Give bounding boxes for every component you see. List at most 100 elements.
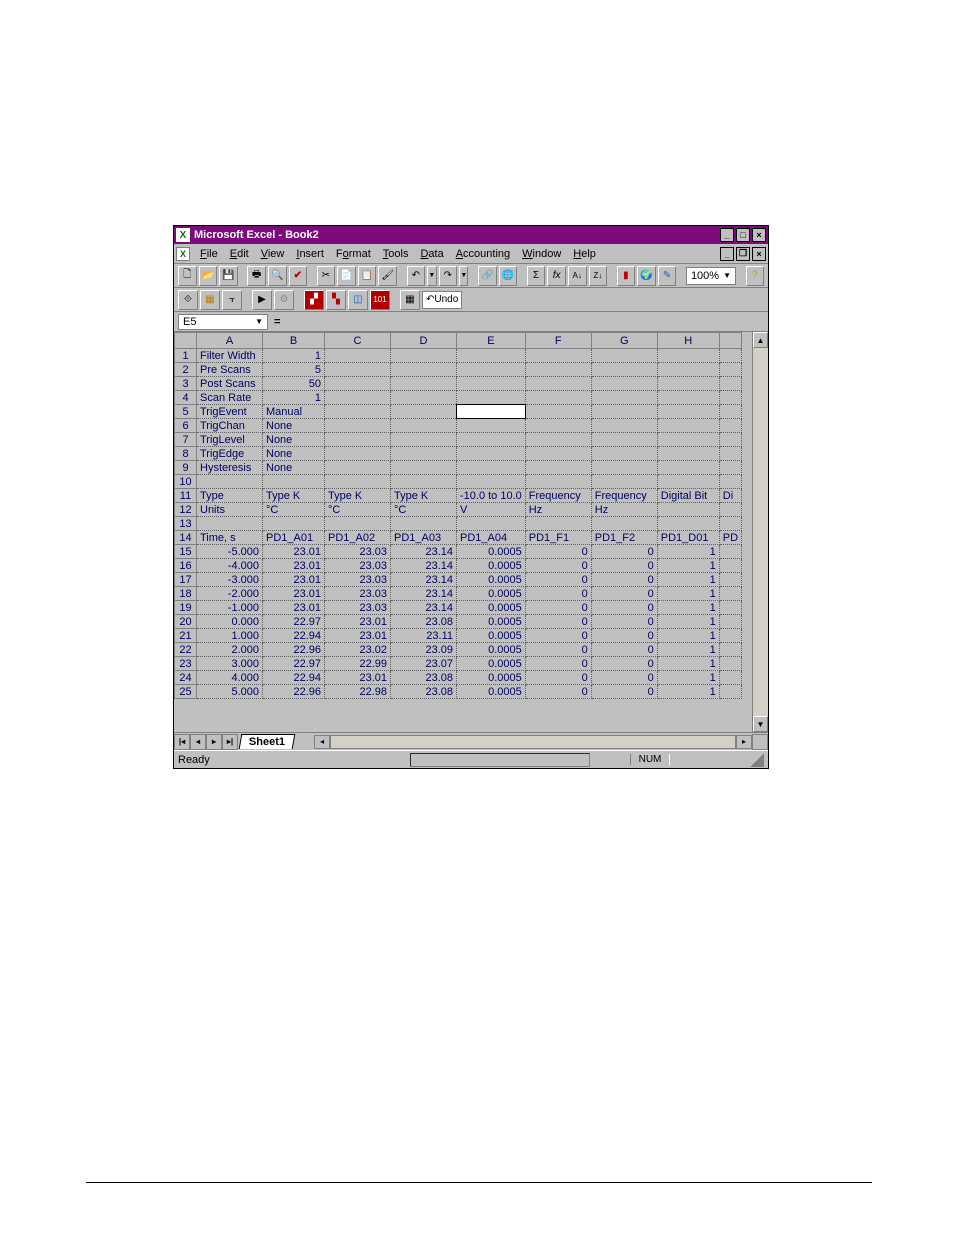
row-header[interactable]: 16 (175, 559, 197, 573)
autosum-icon[interactable]: Σ (527, 266, 546, 286)
cell[interactable]: PD1_D01 (657, 531, 719, 545)
cell[interactable]: 0 (525, 629, 591, 643)
row-header[interactable]: 7 (175, 433, 197, 447)
cell[interactable]: 1 (657, 573, 719, 587)
tool-icon-1[interactable]: ⟐ (178, 290, 198, 310)
row-header[interactable]: 21 (175, 629, 197, 643)
cell[interactable]: TrigEvent (197, 405, 263, 419)
cell[interactable]: TrigChan (197, 419, 263, 433)
cell[interactable]: 1 (657, 629, 719, 643)
cell[interactable]: -1.000 (197, 601, 263, 615)
cell[interactable] (591, 363, 657, 377)
cell[interactable]: Type (197, 489, 263, 503)
row-header[interactable]: 22 (175, 643, 197, 657)
cell[interactable]: Type K (263, 489, 325, 503)
cell[interactable] (457, 433, 526, 447)
cell[interactable] (325, 447, 391, 461)
cell[interactable]: 23.01 (263, 573, 325, 587)
column-header-extra[interactable] (719, 333, 741, 349)
cell[interactable] (525, 419, 591, 433)
row-header[interactable]: 24 (175, 671, 197, 685)
cell[interactable] (719, 559, 741, 573)
row-header[interactable]: 20 (175, 615, 197, 629)
cell[interactable] (457, 461, 526, 475)
menu-accounting[interactable]: Accounting (450, 246, 516, 262)
cell[interactable] (591, 349, 657, 363)
cell[interactable]: 4.000 (197, 671, 263, 685)
cell[interactable]: Digital Bit (657, 489, 719, 503)
cell[interactable]: 22.97 (263, 657, 325, 671)
cell[interactable]: 23.01 (263, 601, 325, 615)
cell[interactable] (591, 377, 657, 391)
cell[interactable] (657, 363, 719, 377)
cell[interactable]: 23.01 (325, 615, 391, 629)
cell[interactable]: PD1_A01 (263, 531, 325, 545)
cell[interactable] (325, 377, 391, 391)
close-button[interactable]: × (752, 228, 766, 242)
row-header[interactable]: 6 (175, 419, 197, 433)
cell[interactable] (391, 433, 457, 447)
column-header-D[interactable]: D (391, 333, 457, 349)
tool-table-icon[interactable]: ▦ (400, 290, 420, 310)
cell[interactable]: 0.0005 (457, 573, 526, 587)
cell[interactable]: 23.08 (391, 671, 457, 685)
doc-minimize-button[interactable]: _ (720, 247, 734, 261)
cell[interactable] (719, 391, 741, 405)
save-icon[interactable]: 💾 (219, 266, 238, 286)
cell[interactable]: 23.14 (391, 573, 457, 587)
cell[interactable] (457, 405, 526, 419)
cell[interactable]: 0 (591, 657, 657, 671)
select-all-corner[interactable] (175, 333, 197, 349)
cell[interactable]: Time, s (197, 531, 263, 545)
cell[interactable] (325, 475, 391, 489)
chart-wizard-icon[interactable]: ▮ (617, 266, 636, 286)
row-header[interactable]: 3 (175, 377, 197, 391)
cell[interactable]: 23.01 (325, 629, 391, 643)
cell[interactable]: 23.03 (325, 587, 391, 601)
cell[interactable]: 0.0005 (457, 657, 526, 671)
cell[interactable] (657, 391, 719, 405)
cell[interactable]: PD1_A02 (325, 531, 391, 545)
menu-tools[interactable]: Tools (377, 246, 415, 262)
column-header-A[interactable]: A (197, 333, 263, 349)
cell[interactable] (719, 461, 741, 475)
cell[interactable] (325, 517, 391, 531)
cell[interactable]: 0 (591, 545, 657, 559)
cell[interactable]: 0 (591, 671, 657, 685)
cell[interactable]: 0 (591, 573, 657, 587)
menu-format[interactable]: Format (330, 246, 377, 262)
cell[interactable]: 0 (591, 559, 657, 573)
cell[interactable] (197, 517, 263, 531)
tool-chart1-icon[interactable]: ▞ (304, 290, 324, 310)
cell[interactable] (719, 643, 741, 657)
cell[interactable]: 23.14 (391, 559, 457, 573)
sheet-tab-sheet1[interactable]: Sheet1 (239, 734, 296, 749)
cell[interactable]: PD1_F2 (591, 531, 657, 545)
cell[interactable]: 22.94 (263, 671, 325, 685)
cell[interactable]: 5 (263, 363, 325, 377)
cell[interactable]: Filter Width (197, 349, 263, 363)
cell[interactable]: 3.000 (197, 657, 263, 671)
cell[interactable]: 0.0005 (457, 643, 526, 657)
cell[interactable] (457, 377, 526, 391)
cell[interactable] (391, 447, 457, 461)
cell[interactable]: Units (197, 503, 263, 517)
cell[interactable]: 23.08 (391, 615, 457, 629)
cell[interactable]: 1 (657, 685, 719, 699)
cell[interactable] (325, 433, 391, 447)
row-header[interactable]: 2 (175, 363, 197, 377)
cell[interactable] (719, 475, 741, 489)
row-header[interactable]: 5 (175, 405, 197, 419)
cell[interactable] (525, 349, 591, 363)
row-header[interactable]: 15 (175, 545, 197, 559)
doc-restore-button[interactable]: ❐ (736, 247, 750, 261)
cell[interactable]: Frequency (525, 489, 591, 503)
row-header[interactable]: 10 (175, 475, 197, 489)
row-header[interactable]: 14 (175, 531, 197, 545)
cell[interactable]: 1 (263, 349, 325, 363)
cell[interactable] (719, 447, 741, 461)
cell[interactable]: 1.000 (197, 629, 263, 643)
cell[interactable]: 22.99 (325, 657, 391, 671)
cell[interactable]: 0 (525, 559, 591, 573)
cell[interactable]: 22.96 (263, 685, 325, 699)
